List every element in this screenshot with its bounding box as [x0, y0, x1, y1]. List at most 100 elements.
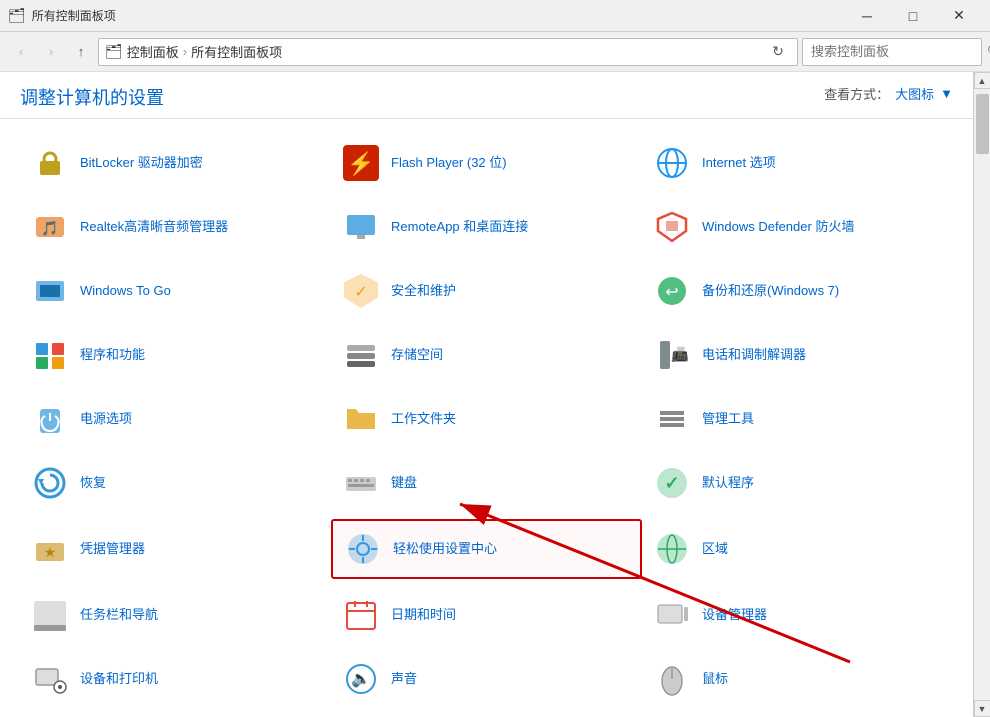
sound-icon: 🔈 — [341, 659, 381, 699]
svg-text:📠: 📠 — [671, 346, 689, 363]
bitlocker-label: BitLocker 驱动器加密 — [80, 154, 203, 172]
grid-item-devmgr[interactable]: 设备管理器 — [642, 587, 953, 643]
maximize-button[interactable]: □ — [890, 0, 936, 32]
grid-item-remoteapp[interactable]: RemoteApp 和桌面连接 — [331, 199, 642, 255]
grid-item-taskbar[interactable]: 任务栏和导航 — [20, 587, 331, 643]
grid-item-sound[interactable]: 🔈 声音 — [331, 651, 642, 707]
folder-icon: 🗂 — [105, 43, 123, 60]
internet-label: Internet 选项 — [702, 154, 776, 172]
search-input[interactable] — [811, 44, 987, 59]
grid-item-recovery[interactable]: 恢复 — [20, 455, 331, 511]
back-button[interactable]: ‹ — [8, 39, 34, 65]
taskbar-label: 任务栏和导航 — [80, 606, 158, 624]
grid-item-credential[interactable]: ★ 凭据管理器 — [20, 519, 331, 579]
scroll-up-button[interactable]: ▲ — [974, 72, 990, 89]
credential-label: 凭据管理器 — [80, 540, 145, 558]
toolbar: ‹ › ↑ 🗂 控制面板 › 所有控制面板项 ↻ 🔍 — [0, 32, 990, 72]
security-label: 安全和维护 — [391, 282, 456, 300]
minimize-button[interactable]: ─ — [844, 0, 890, 32]
breadcrumb-controlpanel: 控制面板 — [127, 42, 179, 61]
internet-icon — [652, 143, 692, 183]
grid-item-default[interactable]: ✓默认程序 — [642, 455, 953, 511]
svg-text:✓: ✓ — [664, 473, 679, 493]
programs-label: 程序和功能 — [80, 346, 145, 364]
remoteapp-label: RemoteApp 和桌面连接 — [391, 218, 528, 236]
grid-item-backup[interactable]: ↩备份和还原(Windows 7) — [642, 263, 953, 319]
scroll-track[interactable] — [974, 89, 990, 700]
view-dropdown-icon[interactable]: ▼ — [940, 86, 953, 101]
datetime-label: 日期和时间 — [391, 606, 456, 624]
up-button[interactable]: ↑ — [68, 39, 94, 65]
storage-label: 存储空间 — [391, 346, 443, 364]
grid-item-flash[interactable]: ⚡ Flash Player (32 位) — [331, 135, 642, 191]
grid-item-programs[interactable]: 程序和功能 — [20, 327, 331, 383]
main-panel: 调整计算机的设置 查看方式： 大图标 ▼ BitLocker 驱动器加密 ⚡ Fla… — [0, 72, 973, 717]
taskbar-icon — [30, 595, 70, 635]
grid-item-defender[interactable]: Windows Defender 防火墙 — [642, 199, 953, 255]
grid-item-region[interactable]: 区域 — [642, 519, 953, 579]
items-grid: BitLocker 驱动器加密 ⚡ Flash Player (32 位) Inter… — [0, 119, 973, 717]
realtek-icon: 🎵 — [30, 207, 70, 247]
sound-label: 声音 — [391, 670, 417, 688]
mgmt-icon — [652, 399, 692, 439]
grid-item-datetime[interactable]: 日期和时间 — [331, 587, 642, 643]
devices-label: 设备和打印机 — [80, 670, 158, 688]
address-bar[interactable]: 🗂 控制面板 › 所有控制面板项 ↻ — [98, 38, 798, 66]
power-icon — [30, 399, 70, 439]
scroll-down-button[interactable]: ▼ — [974, 700, 990, 717]
defender-label: Windows Defender 防火墙 — [702, 218, 854, 236]
svg-text:✓: ✓ — [354, 284, 367, 301]
backup-icon: ↩ — [652, 271, 692, 311]
grid-item-storage[interactable]: 存储空间 — [331, 327, 642, 383]
workfolder-icon — [341, 399, 381, 439]
bitlocker-icon — [30, 143, 70, 183]
datetime-icon — [341, 595, 381, 635]
search-box[interactable]: 🔍 — [802, 38, 982, 66]
grid-item-security[interactable]: ✓ 安全和维护 — [331, 263, 642, 319]
close-button[interactable]: ✕ — [936, 0, 982, 32]
grid-item-realtek[interactable]: 🎵Realtek高清晰音频管理器 — [20, 199, 331, 255]
programs-icon — [30, 335, 70, 375]
recovery-label: 恢复 — [80, 474, 106, 492]
grid-item-devices[interactable]: 设备和打印机 — [20, 651, 331, 707]
panel-header: 调整计算机的设置 查看方式： 大图标 ▼ — [0, 72, 973, 119]
grid-item-workfolder[interactable]: 工作文件夹 — [331, 391, 642, 447]
recovery-icon — [30, 463, 70, 503]
titlebar-title: 所有控制面板项 — [32, 7, 116, 24]
region-icon — [652, 529, 692, 569]
mouse-icon — [652, 659, 692, 699]
storage-icon — [341, 335, 381, 375]
phone-label: 电话和调制解调器 — [702, 346, 806, 364]
credential-icon: ★ — [30, 529, 70, 569]
defender-icon — [652, 207, 692, 247]
grid-item-power[interactable]: 电源选项 — [20, 391, 331, 447]
grid-item-internet[interactable]: Internet 选项 — [642, 135, 953, 191]
ease-label: 轻松使用设置中心 — [393, 540, 497, 558]
forward-button[interactable]: › — [38, 39, 64, 65]
grid-item-ease[interactable]: 轻松使用设置中心 — [331, 519, 642, 579]
devmgr-label: 设备管理器 — [702, 606, 767, 624]
breadcrumb-separator: › — [183, 44, 187, 59]
flash-label: Flash Player (32 位) — [391, 154, 507, 172]
keyboard-label: 键盘 — [391, 474, 417, 492]
flash-icon: ⚡ — [341, 143, 381, 183]
grid-item-keyboard[interactable]: 键盘 — [331, 455, 642, 511]
grid-item-bitlocker[interactable]: BitLocker 驱动器加密 — [20, 135, 331, 191]
default-icon: ✓ — [652, 463, 692, 503]
grid-item-mouse[interactable]: 鼠标 — [642, 651, 953, 707]
scroll-thumb[interactable] — [976, 94, 989, 154]
titlebar: 🗂 所有控制面板项 ─ □ ✕ — [0, 0, 990, 32]
view-label: 查看方式： — [824, 84, 889, 103]
grid-item-phone[interactable]: 📠 电话和调制解调器 — [642, 327, 953, 383]
power-label: 电源选项 — [80, 410, 132, 428]
refresh-button[interactable]: ↻ — [765, 38, 791, 66]
windowstogo-label: Windows To Go — [80, 282, 171, 300]
grid-item-mgmt[interactable]: 管理工具 — [642, 391, 953, 447]
titlebar-icon: 🗂 — [8, 7, 26, 24]
grid-item-windowstogo[interactable]: Windows To Go — [20, 263, 331, 319]
titlebar-controls: ─ □ ✕ — [844, 0, 982, 32]
page-title: 调整计算机的设置 — [20, 84, 164, 110]
devmgr-icon — [652, 595, 692, 635]
view-current-link[interactable]: 大图标 — [895, 84, 934, 103]
phone-icon: 📠 — [652, 335, 692, 375]
